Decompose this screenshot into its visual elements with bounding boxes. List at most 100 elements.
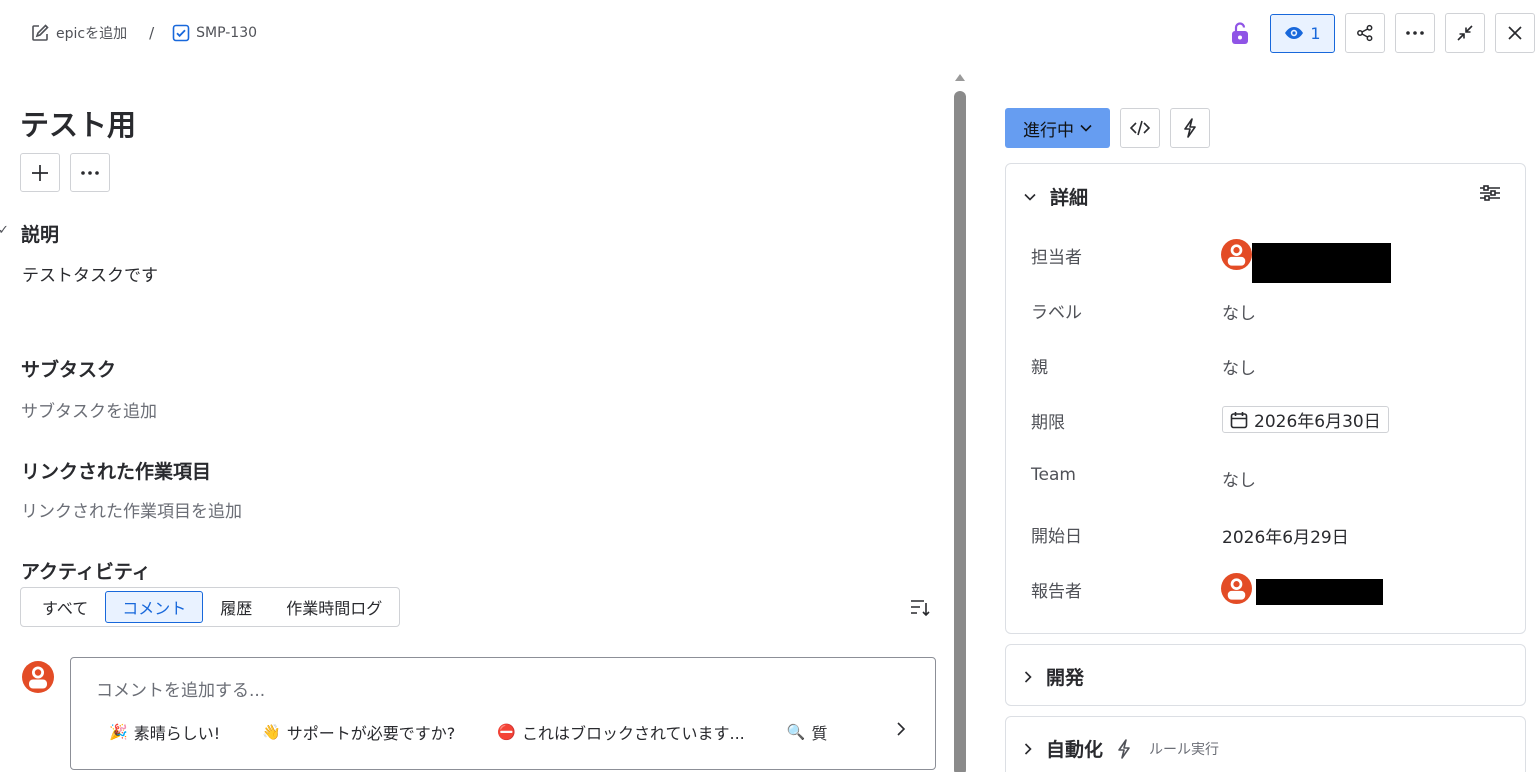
wave-icon: 👋 [262,723,281,741]
unlock-icon [1229,21,1251,45]
development-heading: 開発 [1046,667,1085,689]
issue-main-content: テスト用 ✓ 説明 テストタスクです サブタスク サブタスクを追加 リンクされた… [0,60,950,772]
plus-icon [31,164,49,182]
no-entry-icon: ⛔ [497,723,516,741]
watch-count: 1 [1310,23,1321,43]
more-horizontal-icon [1405,30,1425,36]
share-button[interactable] [1345,13,1385,53]
automation-header[interactable]: 自動化 ルール実行 [1024,735,1219,762]
more-horizontal-icon [80,170,100,176]
automation-panel: 自動化 ルール実行 [1005,716,1526,772]
activity-heading: アクティビティ [21,561,151,583]
party-icon: 🎉 [109,723,128,741]
due-date-chip[interactable]: 2026年6月30日 [1222,406,1389,433]
scroll-thumb[interactable] [954,91,966,772]
status-button[interactable]: 進行中 [1005,108,1110,148]
automation-heading: 自動化 [1046,739,1104,761]
sort-button[interactable] [908,595,934,621]
labels-value[interactable]: なし [1222,299,1256,324]
quick-reply-label: これはブロックされています... [521,724,745,743]
labels-label: ラベル [1031,303,1082,323]
description-collapse-icon[interactable]: ✓ [0,223,9,238]
issue-key: SMP-130 [196,25,258,41]
description-text[interactable]: テストタスクです [22,261,158,286]
due-date-label: 期限 [1031,413,1065,433]
quick-reply-question[interactable]: 🔍 質 [787,720,828,744]
quick-replies: 🎉 素晴らしい! 👋 サポートが必要ですか? ⛔ これはブロックされています..… [109,720,869,744]
quick-reply-great[interactable]: 🎉 素晴らしい! [109,720,220,744]
parent-value[interactable]: なし [1222,354,1256,379]
more-actions-button[interactable] [1395,13,1435,53]
status-label: 進行中 [1023,120,1074,141]
team-label: Team [1031,465,1076,485]
add-linked-item-link[interactable]: リンクされた作業項目を追加 [21,497,242,522]
scroll-up-arrow[interactable] [955,74,965,81]
tab-comments[interactable]: コメント [105,591,204,623]
chevron-down-icon [1080,124,1092,132]
quick-reply-label: 質 [811,724,828,743]
development-header[interactable]: 開発 [1024,663,1084,690]
lightning-icon [1183,118,1197,138]
automation-subtitle: ルール実行 [1149,741,1220,758]
edit-icon [30,23,50,43]
activity-tabs: すべて コメント 履歴 作業時間ログ [20,587,401,627]
team-value[interactable]: なし [1222,466,1256,491]
magnifier-icon: 🔍 [786,723,806,741]
tab-history[interactable]: 履歴 [203,591,269,623]
code-button[interactable] [1120,108,1160,148]
start-date-value[interactable]: 2026年6月29日 [1222,523,1349,548]
reporter-label: 報告者 [1031,582,1082,602]
due-date-value: 2026年6月30日 [1254,412,1381,432]
details-panel: 詳細 担当者 ラベル なし 親 なし 期限 2026年6月30日 Team なし… [1005,163,1526,634]
code-icon [1130,120,1150,136]
breadcrumb: epicを追加 / SMP-130 [30,22,257,44]
assignee-label: 担当者 [1031,248,1082,268]
chevron-down-icon [1024,193,1036,201]
comment-placeholder[interactable]: コメントを追加する... [96,676,265,701]
automation-button[interactable] [1170,108,1210,148]
chevron-right-icon[interactable] [895,722,907,736]
close-icon [1507,25,1523,41]
collapse-button[interactable] [1445,13,1485,53]
lightning-icon [1117,738,1131,759]
breadcrumb-separator: / [149,24,155,42]
issue-toolbar: 1 [1220,13,1535,53]
issue-title[interactable]: テスト用 [20,102,136,144]
tab-all[interactable]: すべて [25,591,105,623]
development-panel: 開発 [1005,644,1526,706]
add-epic-link[interactable]: epicを追加 [30,23,127,43]
avatar [22,661,54,693]
details-header[interactable]: 詳細 [1024,183,1088,210]
share-icon [1356,24,1374,42]
quick-reply-label: 素晴らしい! [133,724,221,743]
add-button[interactable] [20,153,60,192]
scrollbar[interactable] [953,74,967,772]
sort-icon [908,595,932,619]
close-button[interactable] [1495,13,1535,53]
chevron-right-icon [1024,742,1032,755]
tab-worklog[interactable]: 作業時間ログ [269,591,399,623]
chevron-right-icon [1024,670,1032,683]
add-subtask-link[interactable]: サブタスクを追加 [21,397,157,422]
reporter-name-redacted [1256,579,1383,605]
watch-button[interactable]: 1 [1270,13,1335,53]
linked-items-heading: リンクされた作業項目 [21,461,212,483]
details-heading: 詳細 [1050,187,1089,209]
eye-icon [1284,26,1304,40]
restrictions-button[interactable] [1220,13,1260,53]
comment-editor[interactable]: コメントを追加する... 🎉 素晴らしい! 👋 サポートが必要ですか? ⛔ これ… [70,657,936,770]
issue-key-link[interactable]: SMP-130 [172,24,257,42]
minimize-icon [1456,24,1474,42]
subtasks-heading: サブタスク [21,359,117,381]
description-heading: 説明 [21,224,60,246]
start-date-label: 開始日 [1031,527,1082,547]
add-epic-label: epicを追加 [56,26,128,42]
quick-reply-blocked[interactable]: ⛔ これはブロックされています... [497,720,744,744]
avatar[interactable] [1221,239,1252,270]
task-checkbox-icon [172,24,190,42]
issue-more-button[interactable] [70,153,110,192]
calendar-icon [1230,411,1248,429]
configure-fields-icon[interactable] [1479,184,1501,202]
avatar[interactable] [1221,573,1252,604]
quick-reply-need-help[interactable]: 👋 サポートが必要ですか? [262,720,455,744]
